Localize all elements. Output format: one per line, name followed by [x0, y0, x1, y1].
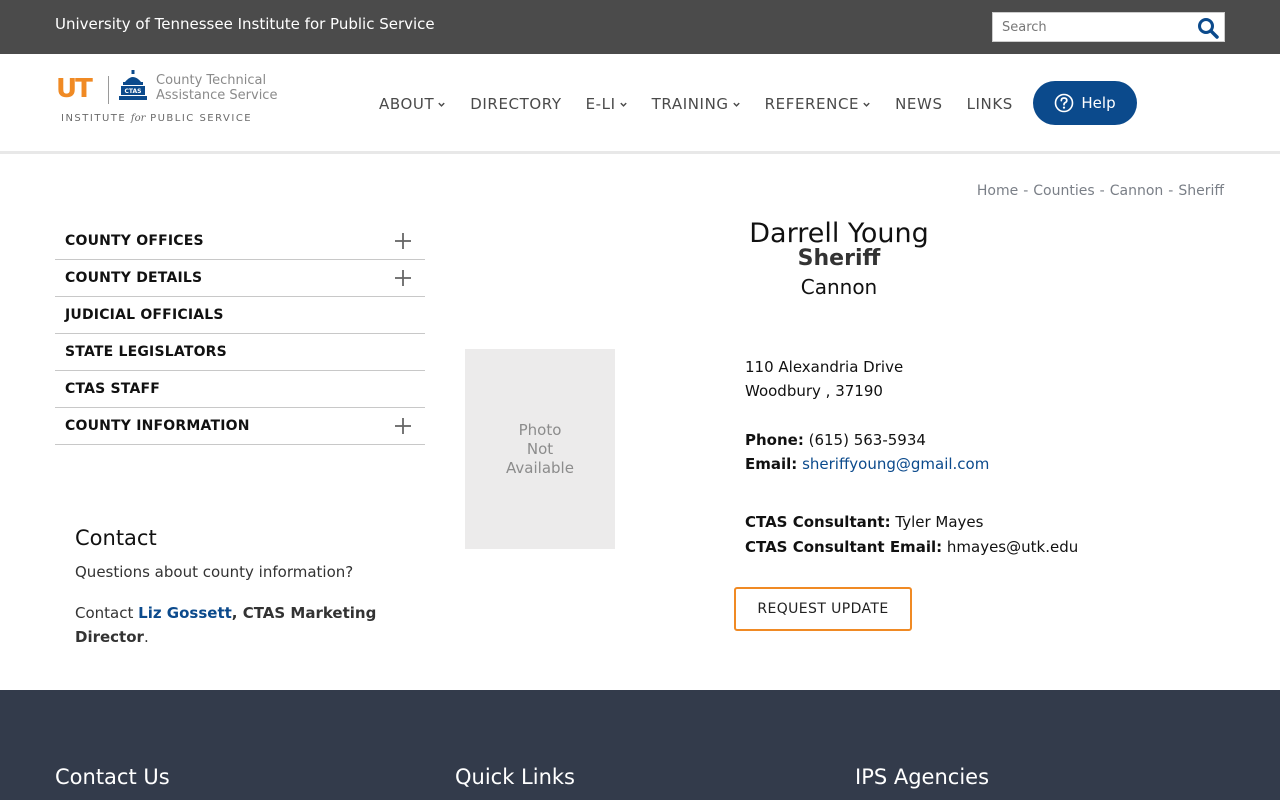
sidebar-item-label: JUDICIAL OFFICIALS	[65, 307, 224, 323]
consultant-info: CTAS Consultant: Tyler Mayes CTAS Consul…	[745, 510, 1078, 560]
sidebar-item-label: CTAS STAFF	[65, 381, 161, 397]
nav-item-reference[interactable]: REFERENCE	[765, 95, 871, 113]
phone-value: (615) 563-5934	[808, 431, 926, 449]
search-box	[992, 12, 1225, 42]
breadcrumb-home[interactable]: Home	[977, 183, 1018, 199]
main-nav: ABOUT DIRECTORY E-LI TRAINING REFERENCE NEWS L…	[379, 92, 1037, 116]
plus-icon[interactable]	[395, 270, 411, 286]
nav-item-e-li[interactable]: E-LI	[586, 95, 628, 113]
contact-person-line: Contact Liz Gossett, CTAS Marketing Dire…	[75, 604, 377, 646]
breadcrumb-separator: -	[1099, 183, 1105, 199]
contact-person-link[interactable]: Liz Gossett	[138, 604, 232, 622]
official-name: Darrell Young	[749, 218, 929, 249]
sidebar-item-ctas-staff[interactable]: CTAS STAFF	[55, 371, 425, 408]
official-contact-info: Phone: (615) 563-5934 Email: sheriffyoun…	[745, 428, 989, 476]
request-update-button[interactable]: REQUEST UPDATE	[734, 587, 912, 631]
official-address: 110 Alexandria Drive Woodbury , 37190	[745, 358, 904, 400]
email-row: Email: sheriffyoung@gmail.com	[745, 455, 990, 473]
breadcrumb-cannon[interactable]: Cannon	[1110, 183, 1164, 199]
breadcrumb-sheriff[interactable]: Sheriff	[1178, 183, 1224, 199]
photo-placeholder: Photo Not Available	[465, 349, 615, 549]
plus-icon[interactable]	[395, 233, 411, 249]
nav-item-links[interactable]: LINKS	[967, 95, 1013, 113]
phone-row: Phone: (615) 563-5934	[745, 431, 926, 449]
question-circle-icon	[1055, 93, 1074, 113]
chevron-down-icon	[438, 102, 445, 107]
contact-question: Questions about county information?	[75, 563, 354, 581]
footer-quick-links-heading: Quick Links	[455, 765, 576, 789]
plus-icon[interactable]	[395, 418, 411, 434]
consultant-email-value: hmayes@utk.edu	[946, 538, 1079, 556]
search-input[interactable]	[993, 13, 1193, 41]
chevron-down-icon	[619, 102, 627, 107]
institute-name[interactable]: University of Tennessee Institute for Pu…	[55, 15, 435, 33]
sidebar-item-label: STATE LEGISLATORS	[65, 344, 227, 360]
ctas-logo[interactable]: UT CTAS County Technical Assistance Serv…	[56, 70, 281, 128]
contact-section: Contact Questions about county informati…	[75, 526, 415, 649]
official-title: Sheriff	[797, 246, 881, 271]
consultant-email-row: CTAS Consultant Email: hmayes@utk.edu	[745, 538, 1079, 556]
sidebar-item-state-legislators[interactable]: STATE LEGISLATORS	[55, 334, 425, 371]
ctas-name: County Technical Assistance Service	[156, 73, 278, 103]
sidebar-item-county-details[interactable]: COUNTY DETAILS	[55, 260, 425, 297]
chevron-down-icon	[732, 102, 740, 107]
official-header: Darrell Young Sheriff Cannon	[739, 218, 939, 299]
help-button[interactable]: Help	[1033, 81, 1137, 125]
site-footer: Contact Us Quick Links IPS Agencies	[0, 690, 1280, 800]
nav-item-about[interactable]: ABOUT	[379, 95, 446, 113]
ips-tagline: INSTITUTE for PUBLIC SERVICE	[61, 113, 253, 124]
search-button[interactable]	[1196, 16, 1220, 40]
sidebar-item-county-information[interactable]: COUNTY INFORMATION	[55, 408, 425, 445]
search-icon	[1198, 18, 1219, 39]
consultant-row: CTAS Consultant: Tyler Mayes	[745, 513, 984, 531]
breadcrumb-counties[interactable]: Counties	[1033, 183, 1094, 199]
consultant-value: Tyler Mayes	[895, 513, 984, 531]
capitol-icon: CTAS	[119, 70, 147, 100]
breadcrumb-separator: -	[1168, 183, 1174, 199]
help-label: Help	[1081, 94, 1116, 112]
footer-ips-agencies-heading: IPS Agencies	[855, 765, 990, 789]
sidebar-item-label: COUNTY DETAILS	[65, 270, 203, 286]
sidebar-item-judicial-officials[interactable]: JUDICIAL OFFICIALS	[55, 297, 425, 334]
nav-item-directory[interactable]: DIRECTORY	[470, 95, 561, 113]
breadcrumb: Home - Counties - Cannon - Sheriff	[977, 183, 1224, 199]
footer-contact-us-heading: Contact Us	[55, 765, 170, 789]
sidebar-menu: COUNTY OFFICES COUNTY DETAILS JUDICIAL OFF…	[55, 223, 425, 445]
breadcrumb-separator: -	[1023, 183, 1029, 199]
nav-item-news[interactable]: NEWS	[895, 95, 942, 113]
sidebar-item-label: COUNTY INFORMATION	[65, 418, 250, 434]
contact-heading: Contact	[75, 526, 157, 550]
official-county: Cannon	[800, 275, 878, 299]
email-link[interactable]: sheriffyoung@gmail.com	[802, 455, 989, 473]
ut-logo-mark: UT	[56, 74, 93, 104]
sidebar-item-county-offices[interactable]: COUNTY OFFICES	[55, 223, 425, 260]
sidebar-item-label: COUNTY OFFICES	[65, 233, 204, 249]
capitol-text: CTAS	[125, 88, 142, 95]
chevron-down-icon	[863, 102, 870, 107]
top-utility-bar: University of Tennessee Institute for Pu…	[0, 0, 1280, 54]
nav-item-training[interactable]: TRAINING	[652, 95, 741, 113]
logo-divider	[108, 76, 109, 104]
site-header: UT CTAS County Technical Assistance Serv…	[0, 54, 1280, 154]
